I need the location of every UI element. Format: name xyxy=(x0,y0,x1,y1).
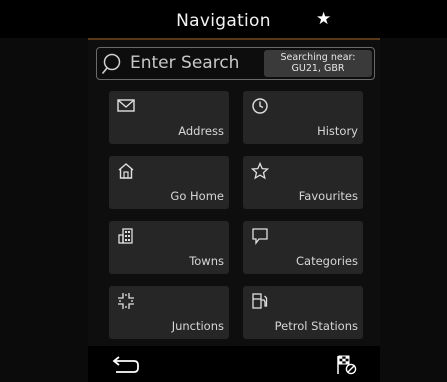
header-bar: Navigation ★ xyxy=(0,0,447,38)
searching-near-button[interactable]: Searching near: GU21, GBR xyxy=(264,50,372,77)
favourites-button[interactable]: Favourites xyxy=(243,156,363,209)
address-label: Address xyxy=(178,124,224,138)
history-label: History xyxy=(317,124,358,138)
junctions-button[interactable]: Junctions xyxy=(109,286,229,339)
back-arrow-icon[interactable] xyxy=(112,353,140,375)
clock-icon xyxy=(252,98,268,114)
checkered-flag-cancel-icon[interactable] xyxy=(335,354,359,376)
star-icon[interactable]: ★ xyxy=(316,9,331,29)
search-icon xyxy=(101,53,121,75)
star-outline-icon xyxy=(251,162,269,180)
categories-label: Categories xyxy=(296,254,358,268)
towns-label: Towns xyxy=(189,254,224,268)
go-home-button[interactable]: Go Home xyxy=(109,156,229,209)
speech-bubble-icon xyxy=(252,228,268,245)
home-icon xyxy=(118,163,134,179)
envelope-icon xyxy=(117,99,135,112)
address-button[interactable]: Address xyxy=(109,91,229,144)
page-title: Navigation xyxy=(176,11,271,31)
history-button[interactable]: History xyxy=(243,91,363,144)
fuel-pump-icon xyxy=(252,293,268,309)
petrol-stations-label: Petrol Stations xyxy=(274,319,358,333)
favourites-label: Favourites xyxy=(298,189,358,203)
junction-icon xyxy=(118,293,134,309)
searching-near-location: GU21, GBR xyxy=(291,63,345,74)
junctions-label: Junctions xyxy=(171,319,224,333)
search-input[interactable]: Enter Search Searching near: GU21, GBR xyxy=(96,47,375,80)
go-home-label: Go Home xyxy=(170,189,224,203)
searching-near-label: Searching near: xyxy=(280,52,356,63)
navigation-screen: Navigation ★ Enter Search Searching near… xyxy=(0,0,447,382)
buildings-icon xyxy=(118,228,133,244)
categories-button[interactable]: Categories xyxy=(243,221,363,274)
search-placeholder: Enter Search xyxy=(130,53,240,73)
petrol-stations-button[interactable]: Petrol Stations xyxy=(243,286,363,339)
towns-button[interactable]: Towns xyxy=(109,221,229,274)
